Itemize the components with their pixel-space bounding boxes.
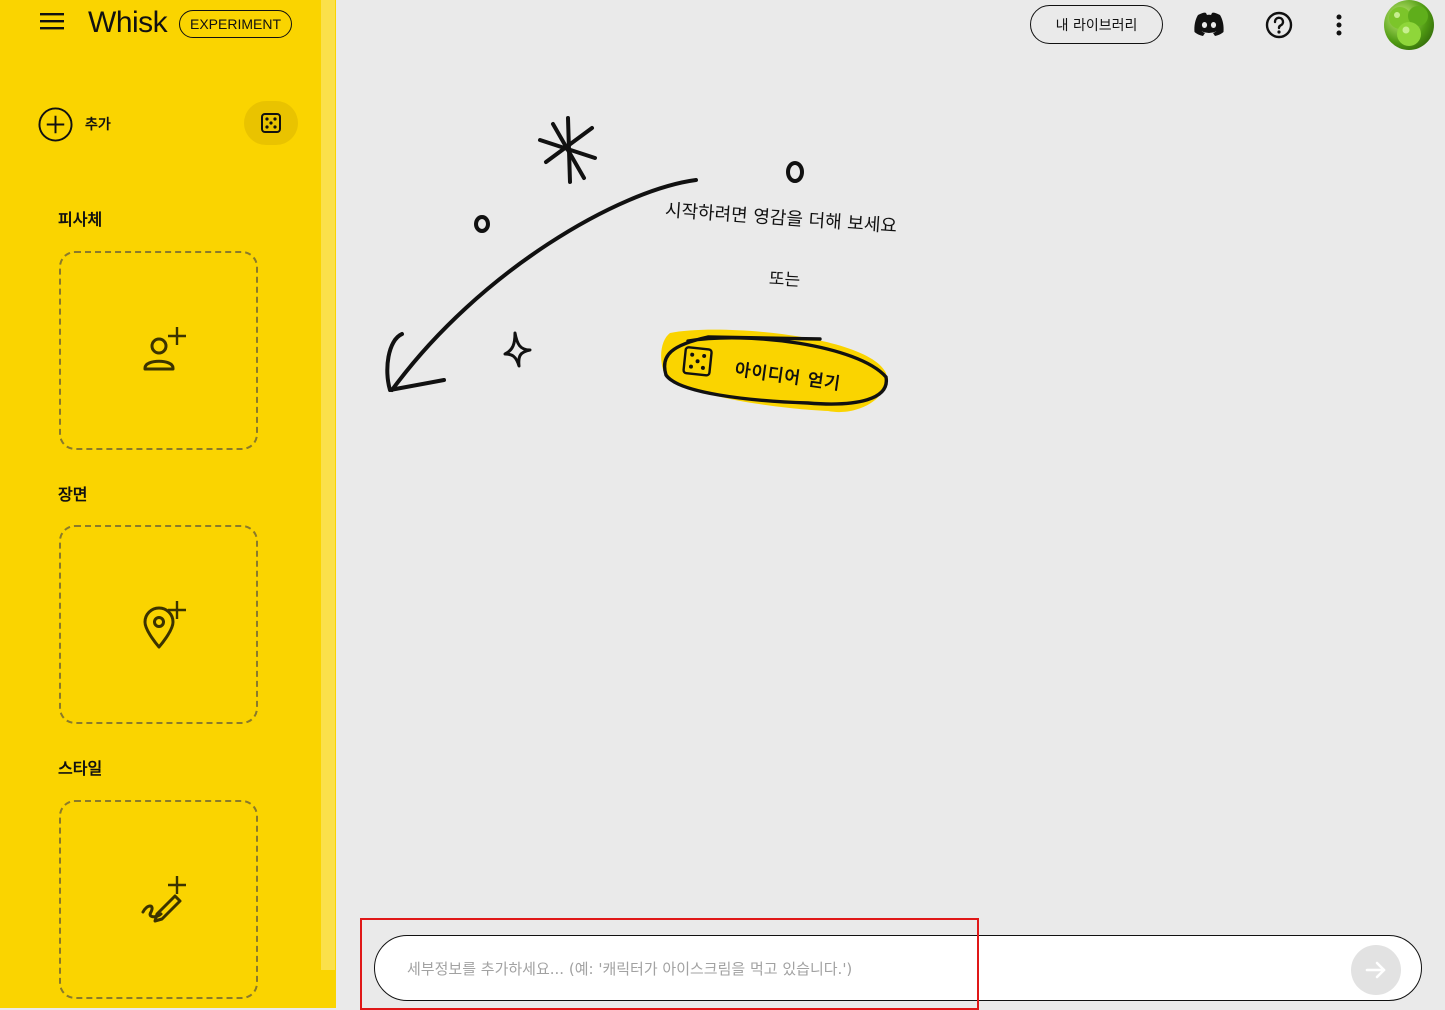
experiment-badge: EXPERIMENT	[179, 10, 292, 38]
scene-drop-card[interactable]	[59, 525, 258, 724]
location-pin-icon	[143, 601, 186, 649]
person-add-icon	[143, 327, 186, 371]
add-circle-icon	[38, 106, 73, 142]
prompt-input[interactable]	[405, 944, 1329, 994]
dice-icon	[261, 113, 281, 133]
sidebar: Whisk EXPERIMENT 추가 피사체 장면 스타일	[0, 0, 336, 1008]
add-button-label: 추가	[85, 117, 111, 133]
prompt-bar	[374, 935, 1422, 1001]
section-title-scene: 장면	[58, 485, 88, 504]
avatar[interactable]	[1384, 0, 1434, 50]
style-drop-card[interactable]	[59, 800, 258, 999]
brand-logo[interactable]: Whisk	[88, 6, 168, 40]
sidebar-scrollbar[interactable]	[321, 0, 335, 970]
discord-icon[interactable]	[1192, 10, 1226, 38]
section-title-subject: 피사체	[58, 210, 103, 229]
add-button[interactable]: 추가	[38, 105, 111, 143]
menu-icon[interactable]	[38, 10, 68, 36]
more-vert-icon[interactable]	[1330, 12, 1348, 40]
brush-icon	[141, 876, 186, 923]
random-dice-button[interactable]	[244, 101, 298, 145]
send-button[interactable]	[1351, 945, 1401, 995]
arrow-right-icon	[1365, 961, 1386, 979]
help-icon[interactable]	[1264, 10, 1294, 40]
section-title-style: 스타일	[58, 759, 103, 778]
or-text: 또는	[768, 269, 801, 291]
subject-drop-card[interactable]	[59, 251, 258, 450]
my-library-button[interactable]: 내 라이브러리	[1030, 5, 1163, 44]
